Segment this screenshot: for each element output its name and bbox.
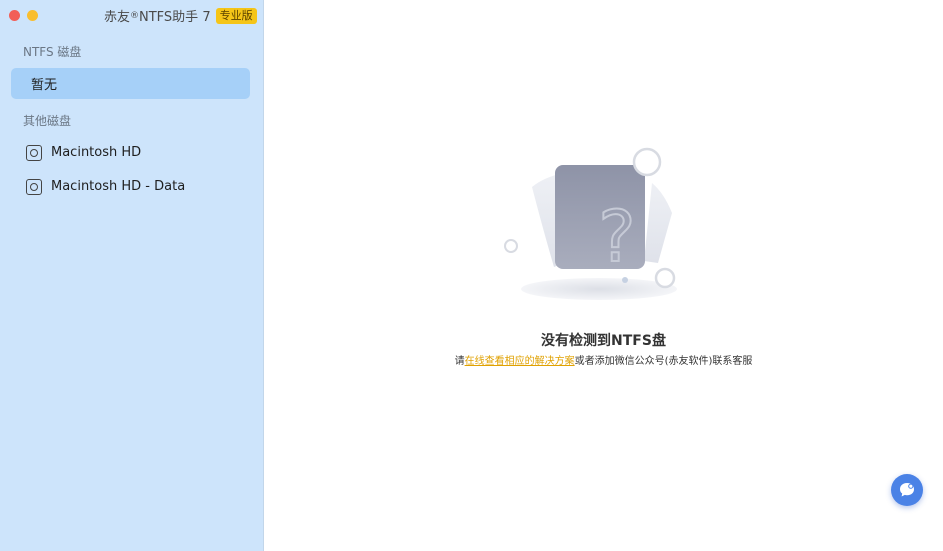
sidebar-item-label: Macintosh HD [51, 145, 142, 160]
empty-state-description: 请在线查看相应的解决方案或者添加微信公众号(赤友软件)联系客服 [264, 352, 943, 367]
disk-icon [26, 178, 42, 195]
bubble-circle [632, 147, 662, 177]
sidebar-item-none[interactable]: 暂无 [11, 68, 250, 99]
main-panel: ? 没有检测到NTFS盘 请在线查看相应的解决方案或者添加微信公众号(赤友软件)… [264, 0, 943, 551]
close-window-button[interactable] [9, 10, 20, 21]
shadow-ellipse [521, 278, 677, 300]
bubble-dot [622, 277, 628, 283]
app-title-prefix: 赤友 [104, 10, 131, 25]
solution-link[interactable]: 在线查看相应的解决方案 [465, 356, 575, 367]
ntfs-section-label: NTFS 磁盘 [23, 45, 82, 59]
other-section-label: 其他磁盘 [23, 114, 72, 128]
window-controls [9, 10, 38, 21]
minimize-window-button[interactable] [27, 10, 38, 21]
disk-icon [26, 144, 42, 161]
edition-badge: 专业版 [215, 7, 257, 24]
back-card-right [644, 183, 672, 263]
desc-suffix: 或者添加微信公众号(赤友软件)联系客服 [574, 356, 753, 367]
question-mark-icon: ? [598, 196, 635, 278]
app-title: 赤友 ® NTFS助手 7 专业版 [104, 6, 257, 25]
chat-support-button[interactable] [891, 474, 923, 506]
bubble-circle [654, 267, 676, 289]
sidebar-item-label: Macintosh HD - Data [51, 179, 186, 194]
chat-bubble-icon [900, 483, 914, 497]
sidebar-item-macintosh-hd-data[interactable]: Macintosh HD - Data [11, 171, 250, 202]
sidebar-item-macintosh-hd[interactable]: Macintosh HD [11, 137, 250, 168]
registered-mark: ® [130, 10, 140, 21]
app-title-suffix: NTFS助手 7 [139, 10, 211, 25]
app-window: 赤友 ® NTFS助手 7 专业版 NTFS 磁盘 暂无 其他磁盘 Macintos… [0, 0, 943, 551]
empty-state-title: 没有检测到NTFS盘 [541, 333, 666, 349]
bubble-circle [504, 239, 518, 253]
desc-prefix: 请 [454, 356, 465, 367]
no-disk-illustration: ? [504, 147, 677, 300]
sidebar: 赤友 ® NTFS助手 7 专业版 NTFS 磁盘 暂无 其他磁盘 Macintos… [0, 0, 264, 551]
sidebar-item-label: 暂无 [31, 78, 58, 93]
